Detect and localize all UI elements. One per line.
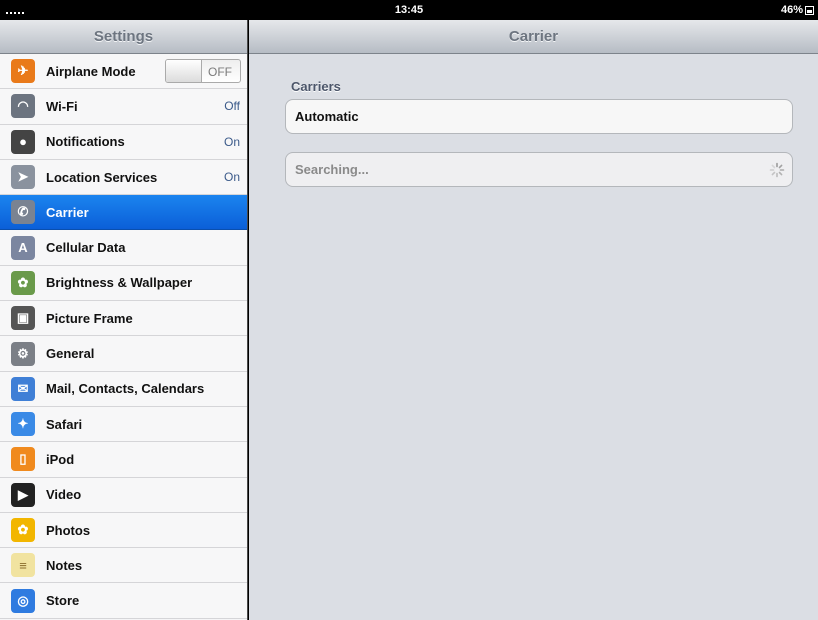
carrier-panel: Carrier Carriers Automatic Searching...: [249, 20, 818, 620]
photos-icon: ✿: [11, 518, 35, 542]
sidebar-item-ipod[interactable]: ▯ iPod: [0, 442, 247, 478]
status-time: 13:45: [394, 4, 424, 16]
video-icon: ▶: [11, 482, 35, 507]
battery-icon: [805, 5, 814, 15]
sidebar-item-label: Notifications: [46, 134, 125, 150]
sidebar-item-label: Store: [46, 593, 80, 609]
sidebar-item-value: On: [223, 170, 240, 185]
sidebar-item-label: Brightness & Wallpaper: [46, 275, 193, 291]
sidebar-item-video[interactable]: ▶ Video: [0, 477, 247, 513]
section-title-carriers: Carriers: [291, 79, 341, 94]
page-title: Carrier: [249, 20, 818, 54]
sidebar-item-cellular-data[interactable]: A Cellular Data: [0, 230, 247, 266]
sidebar-item-mail-contacts-calendars[interactable]: ✉ Mail, Contacts, Calendars: [0, 371, 247, 407]
sidebar-item-picture-frame[interactable]: ▣ Picture Frame: [0, 301, 247, 337]
airplane-mode-toggle[interactable]: OFF: [165, 59, 241, 84]
spinner-icon: [769, 162, 785, 178]
status-bar: 13:45 46%: [0, 0, 818, 20]
cellular-icon: A: [11, 235, 35, 260]
store-icon: ◎: [11, 588, 35, 613]
sidebar-item-general[interactable]: ⚙ General: [0, 336, 247, 372]
wallpaper-icon: ✿: [11, 270, 35, 295]
sidebar-item-carrier[interactable]: ✆ Carrier: [0, 195, 247, 231]
searching-label: Searching...: [295, 162, 369, 177]
sidebar: Settings ✈ Airplane Mode OFF ◠ Wi-Fi Off ● Noti…: [0, 20, 248, 620]
gear-icon: ⚙: [11, 341, 35, 366]
sidebar-item-label: Cellular Data: [46, 240, 126, 256]
sidebar-item-store[interactable]: ◎ Store: [0, 583, 247, 619]
sidebar-item-label: Wi-Fi: [46, 98, 78, 114]
toggle-state-label: OFF: [208, 65, 232, 80]
battery-percent: 46%: [780, 4, 803, 16]
sidebar-item-label: Photos: [46, 522, 91, 538]
sidebar-item-label: Notes: [46, 557, 83, 573]
sidebar-item-label: Carrier: [46, 204, 89, 220]
sidebar-item-notes[interactable]: ≡ Notes: [0, 548, 247, 584]
sidebar-item-label: Safari: [46, 416, 83, 432]
sidebar-item-label: General: [46, 346, 95, 362]
safari-icon: ✦: [11, 412, 35, 437]
searching-row: Searching...: [285, 152, 793, 187]
sidebar-item-wi-fi[interactable]: ◠ Wi-Fi Off: [0, 89, 247, 125]
picture-frame-icon: ▣: [11, 306, 35, 331]
sidebar-item-notifications[interactable]: ● Notifications On: [0, 124, 247, 160]
sidebar-item-label: iPod: [46, 451, 75, 467]
sidebar-item-value: Off: [224, 99, 240, 114]
sidebar-title: Settings: [0, 20, 247, 54]
notes-icon: ≡: [11, 553, 35, 578]
sidebar-item-photos[interactable]: ✿ Photos: [0, 512, 247, 549]
phone-icon: ✆: [11, 200, 35, 225]
notifications-icon: ●: [11, 129, 35, 154]
toggle-knob: [166, 60, 202, 83]
sidebar-item-label: Video: [46, 487, 82, 503]
wifi-icon: ◠: [11, 94, 35, 119]
ipod-icon: ▯: [11, 447, 35, 472]
mail-icon: ✉: [11, 376, 35, 401]
battery-indicator: 46%: [781, 4, 814, 16]
airplane-icon: ✈: [11, 59, 35, 84]
sidebar-item-value: On: [223, 134, 240, 149]
sidebar-item-brightness-wallpaper[interactable]: ✿ Brightness & Wallpaper: [0, 265, 247, 302]
sidebar-item-label: Airplane Mode: [46, 63, 136, 79]
sidebar-item-label: Location Services: [46, 169, 158, 185]
sidebar-item-airplane-mode[interactable]: ✈ Airplane Mode OFF: [0, 54, 247, 90]
sidebar-item-label: Mail, Contacts, Calendars: [46, 381, 205, 397]
automatic-label: Automatic: [295, 109, 359, 124]
sidebar-item-location-services[interactable]: ➤ Location Services On: [0, 159, 247, 196]
automatic-row[interactable]: Automatic: [285, 99, 793, 134]
sidebar-list: ✈ Airplane Mode OFF ◠ Wi-Fi Off ● Notifications…: [0, 54, 247, 619]
location-icon: ➤: [11, 165, 35, 190]
sidebar-item-label: Picture Frame: [46, 310, 133, 326]
sidebar-item-safari[interactable]: ✦ Safari: [0, 406, 247, 443]
